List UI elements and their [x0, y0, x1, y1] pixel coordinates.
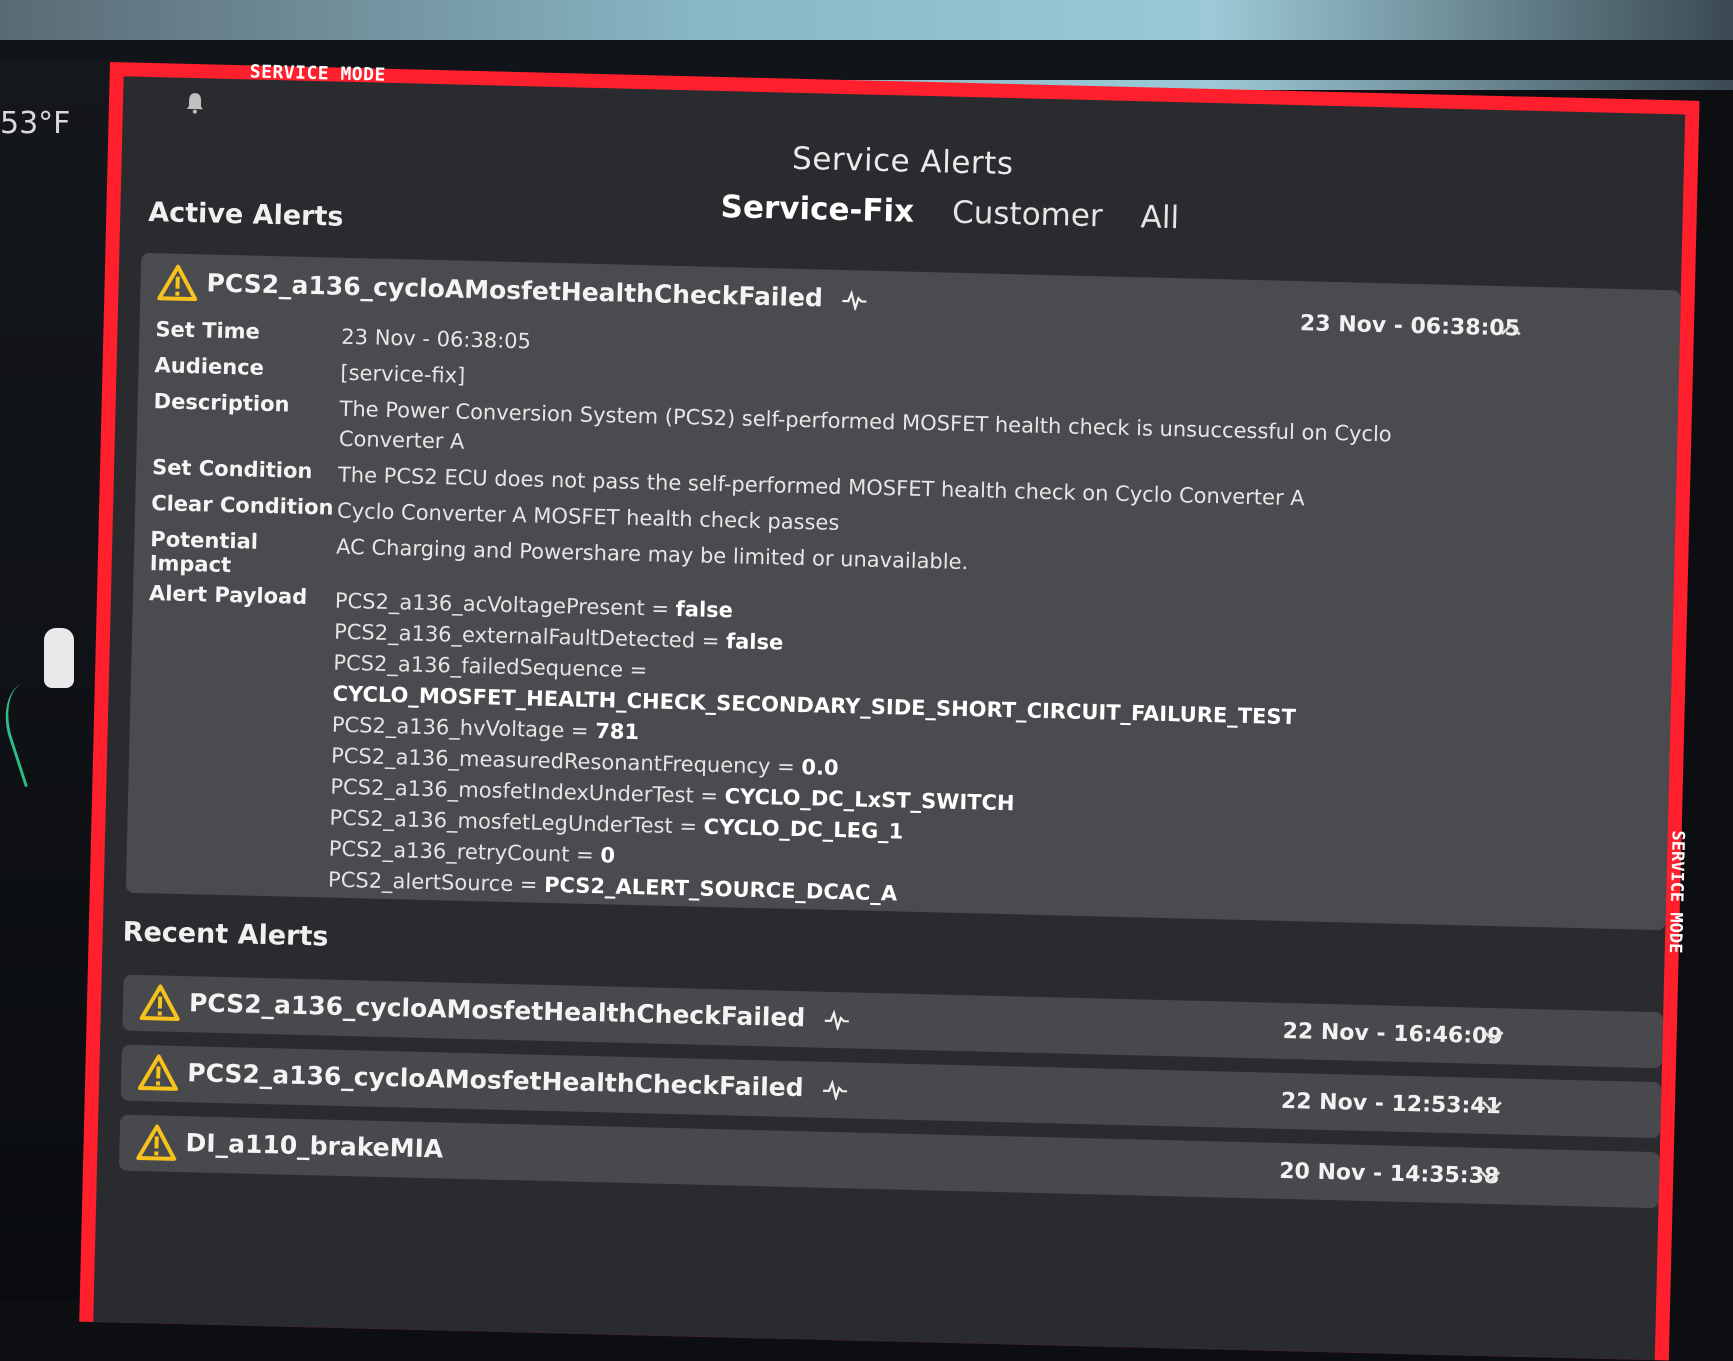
detail-label: Audience: [154, 353, 265, 380]
tab-service-fix[interactable]: Service-Fix: [720, 189, 914, 230]
active-alert-card[interactable]: PCS2_a136_cycloAMosfetHealthCheckFailed …: [125, 252, 1681, 931]
detail-label: Set Time: [155, 317, 261, 344]
detail-label: Clear Condition: [150, 491, 334, 520]
service-mode-frame: SERVICE MODE SERVICE MODE Service Alerts…: [79, 61, 1700, 1361]
detail-label: Description: [153, 389, 290, 417]
chevron-down-icon[interactable]: [1481, 1100, 1503, 1115]
recent-alerts-heading: Recent Alerts: [122, 916, 329, 953]
chevron-down-icon[interactable]: [1482, 1030, 1504, 1045]
pulse-icon: [823, 1079, 848, 1101]
chevron-down-icon[interactable]: [1479, 1170, 1501, 1185]
alert-details: Set Time 23 Nov - 06:38:05 Audience [ser…: [142, 317, 1476, 929]
warning-icon: [157, 264, 198, 302]
recent-alert-title: PCS2_a136_cycloAMosfetHealthCheckFailed: [187, 1058, 849, 1103]
detail-value: AC Charging and Powershare may be limite…: [335, 534, 969, 575]
detail-row-alert-payload: Alert Payload PCS2_a136_acVoltagePresent…: [142, 581, 1469, 923]
recent-alert-time: 20 Nov - 14:35:38: [1278, 1158, 1500, 1190]
service-alerts-screen: Service Alerts Service-Fix Customer All …: [93, 76, 1686, 1361]
active-alert-title: PCS2_a136_cycloAMosfetHealthCheckFailed: [206, 268, 868, 313]
chevron-up-icon[interactable]: [1500, 322, 1522, 337]
tab-all[interactable]: All: [1140, 199, 1179, 236]
detail-label: Set Condition: [151, 455, 313, 484]
warning-icon: [137, 1054, 178, 1091]
payload-list: PCS2_a136_acVoltagePresent = false PCS2_…: [328, 586, 1299, 919]
active-alerts-heading: Active Alerts: [147, 196, 344, 233]
recent-alert-time: 22 Nov - 12:53:41: [1280, 1088, 1502, 1120]
outside-temperature: 53°F: [0, 106, 71, 141]
recent-alert-title: DI_a110_brakeMIA: [185, 1128, 443, 1163]
pulse-icon: [842, 289, 867, 311]
warning-icon: [136, 1124, 177, 1161]
charge-cable-graphic: [0, 672, 85, 788]
page-title: Service Alerts: [791, 140, 1014, 183]
detail-label: Alert Payload: [148, 581, 308, 609]
detail-value: Cyclo Converter A MOSFET health check pa…: [336, 498, 840, 535]
detail-value: [service-fix]: [340, 360, 466, 388]
tab-customer[interactable]: Customer: [952, 195, 1103, 235]
recent-alert-name: DI_a110_brakeMIA: [185, 1128, 444, 1164]
active-alert-name: PCS2_a136_cycloAMosfetHealthCheckFailed: [206, 268, 824, 313]
recent-alert-time: 22 Nov - 16:46:09: [1282, 1018, 1503, 1050]
detail-value: 23 Nov - 06:38:05: [341, 324, 532, 354]
recent-alert-title: PCS2_a136_cycloAMosfetHealthCheckFailed: [189, 988, 851, 1033]
pulse-icon: [824, 1009, 849, 1031]
detail-label: Potential Impact: [149, 527, 259, 578]
bell-icon[interactable]: [185, 92, 206, 114]
alert-filter-tabs: Service-Fix Customer All: [720, 189, 1179, 236]
recent-alert-name: PCS2_a136_cycloAMosfetHealthCheckFailed: [186, 1058, 804, 1103]
active-alert-time: 23 Nov - 06:38:05: [1299, 311, 1521, 342]
recent-alert-name: PCS2_a136_cycloAMosfetHealthCheckFailed: [188, 988, 806, 1033]
warning-icon: [139, 984, 180, 1021]
service-mode-side-label: SERVICE MODE: [1664, 830, 1688, 954]
